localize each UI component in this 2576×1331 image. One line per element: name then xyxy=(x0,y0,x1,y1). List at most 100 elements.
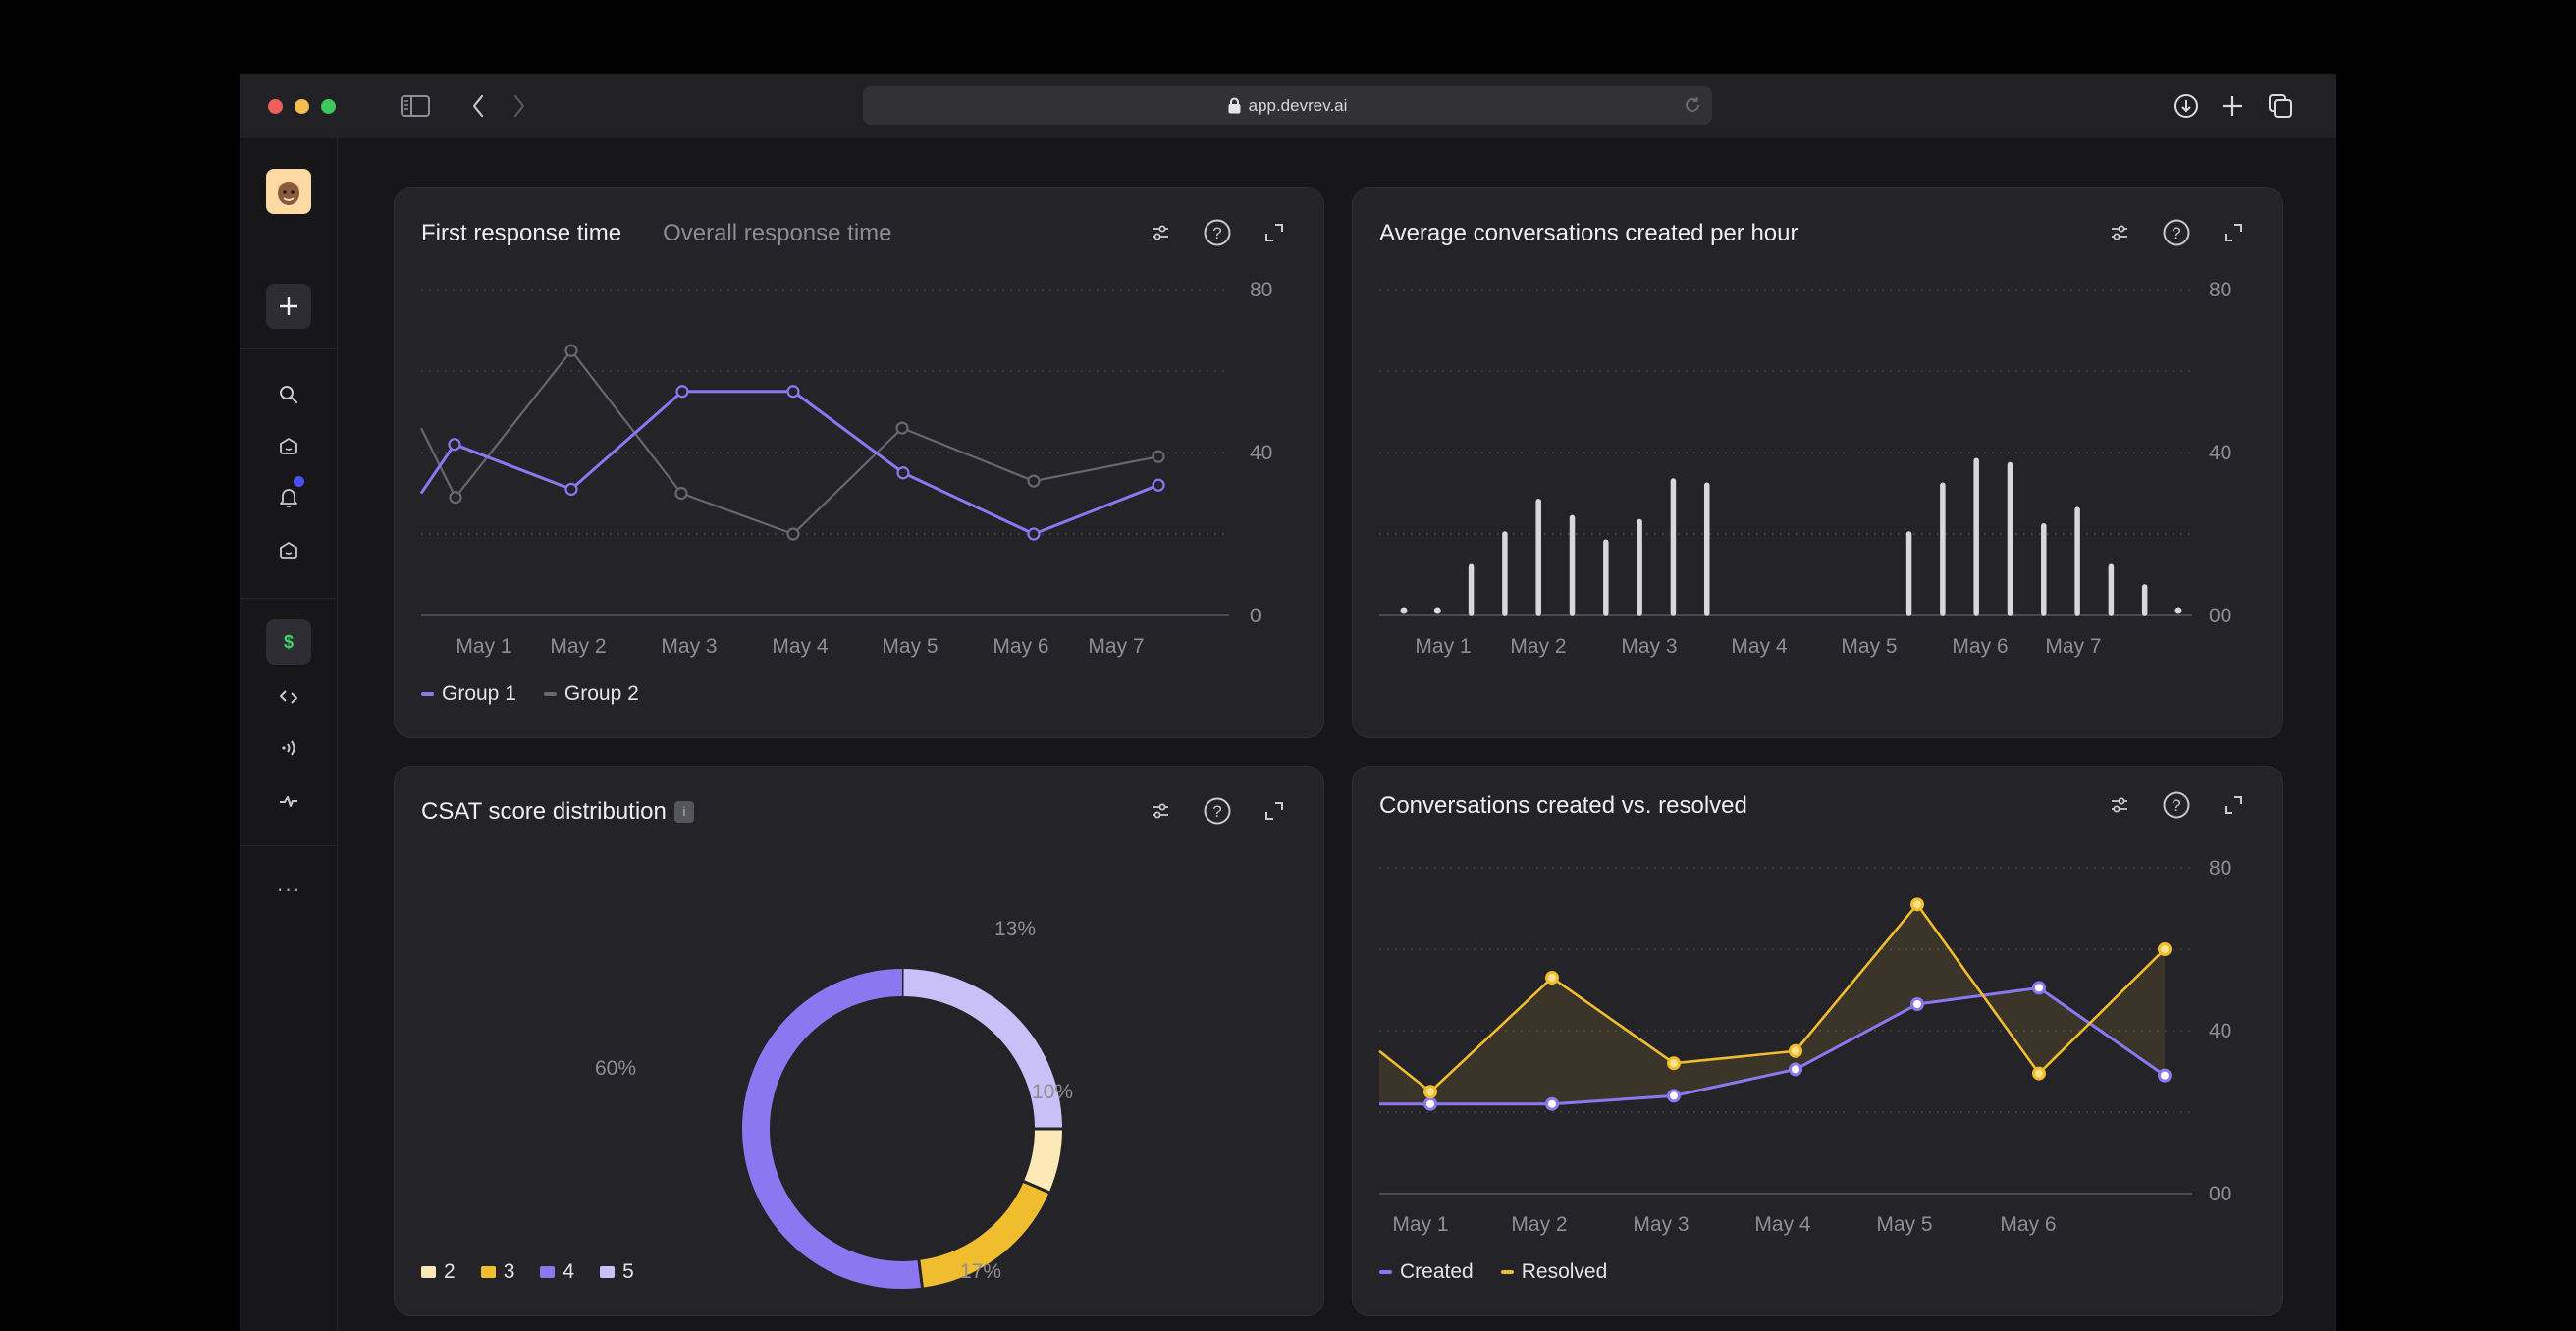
data-point-created xyxy=(1910,997,1924,1012)
x-tick-label: May 2 xyxy=(1511,1213,1567,1236)
legend-item-group-1[interactable]: Group 1 xyxy=(421,682,516,706)
sidebar-item-inbox[interactable] xyxy=(266,423,311,468)
close-window-button[interactable] xyxy=(268,99,283,114)
legend-item-created[interactable]: Created xyxy=(1379,1260,1474,1284)
data-point xyxy=(1027,527,1041,541)
y-tick-label: 40 xyxy=(2209,1020,2231,1042)
legend-label: 4 xyxy=(563,1260,575,1283)
legend-swatch xyxy=(540,1266,556,1278)
address-bar[interactable]: app.devrev.ai xyxy=(863,86,1712,125)
x-tick-label: May 3 xyxy=(1621,635,1677,658)
inbox-icon xyxy=(280,437,297,454)
legend-item-score-4[interactable]: 4 xyxy=(540,1260,574,1284)
data-point xyxy=(674,486,688,501)
x-tick-label: May 6 xyxy=(993,635,1048,658)
tabs-overview-icon[interactable] xyxy=(2268,91,2293,121)
legend-swatch xyxy=(421,1266,436,1278)
sidebar-item-search[interactable] xyxy=(266,372,311,417)
legend-item-score-2[interactable]: 2 xyxy=(421,1260,456,1284)
y-tick-label: 40 xyxy=(2209,442,2231,464)
sidebar-item-broadcast[interactable] xyxy=(266,725,311,771)
data-point-created xyxy=(1545,1096,1559,1111)
data-point-resolved xyxy=(1910,897,1924,912)
sidebar-divider xyxy=(240,598,338,599)
legend-label: 5 xyxy=(622,1260,634,1283)
forward-icon[interactable] xyxy=(509,91,530,121)
created-vs-resolved-panel: Conversations created vs. resolved ? 80 4… xyxy=(1352,766,2283,1316)
data-point xyxy=(675,385,689,399)
x-tick-label: May 7 xyxy=(1088,635,1144,658)
data-point xyxy=(786,527,800,541)
x-tick-label: May 4 xyxy=(772,635,829,658)
legend-label: Created xyxy=(1400,1260,1474,1283)
legend-label: Resolved xyxy=(1521,1260,1608,1283)
data-point xyxy=(448,438,461,452)
y-tick-label: 00 xyxy=(2209,605,2231,627)
create-button[interactable] xyxy=(266,284,311,329)
y-tick-label: 80 xyxy=(1250,279,1272,301)
legend-item-score-5[interactable]: 5 xyxy=(600,1260,634,1284)
legend-label: 2 xyxy=(444,1260,456,1283)
series-line-group-1 xyxy=(419,390,1159,536)
x-tick-label: May 5 xyxy=(1841,635,1897,658)
back-icon[interactable] xyxy=(467,91,489,121)
legend-swatch xyxy=(480,1266,496,1278)
sidebar-item-inbox-2[interactable] xyxy=(266,527,311,572)
avg-conversations-bar-chart: 80 40 00 May 1 May 2 May 3 May 4 May 5 May 6 May … xyxy=(1379,279,2231,658)
legend-label: 3 xyxy=(503,1260,515,1283)
sidebar-item-pulse[interactable] xyxy=(266,778,311,824)
download-icon[interactable] xyxy=(2174,91,2199,121)
memoji-avatar-icon xyxy=(278,182,299,205)
donut-slice-5 xyxy=(901,969,1062,1130)
sidebar-item-code[interactable] xyxy=(266,673,311,719)
legend-item-group-2[interactable]: Group 2 xyxy=(543,682,639,706)
ellipsis-icon: ··· xyxy=(276,877,301,901)
activity-icon xyxy=(280,796,297,807)
data-point-resolved xyxy=(1667,1056,1681,1071)
donut-slice-2 xyxy=(1023,1128,1062,1193)
notification-badge xyxy=(294,476,304,487)
legend-item-resolved[interactable]: Resolved xyxy=(1500,1260,1608,1284)
x-tick-label: May 7 xyxy=(2045,635,2101,658)
url-text: app.devrev.ai xyxy=(1248,95,1348,115)
x-tick-label: May 2 xyxy=(1510,635,1566,658)
data-point-resolved xyxy=(1789,1043,1802,1058)
avg-conversations-panel: Average conversations created per hour ?… xyxy=(1352,187,2283,738)
data-point xyxy=(449,491,462,505)
legend-swatch xyxy=(421,692,434,696)
sidebar-item-notifications[interactable] xyxy=(266,475,311,520)
sidebar-item-revenue[interactable]: $ xyxy=(266,619,311,665)
new-tab-icon[interactable] xyxy=(2221,91,2244,121)
x-tick-label: May 2 xyxy=(550,635,606,658)
legend-item-score-3[interactable]: 3 xyxy=(480,1260,515,1284)
x-tick-label: May 4 xyxy=(1754,1213,1811,1236)
data-point-created xyxy=(2158,1068,2172,1083)
svg-text:$: $ xyxy=(284,632,294,652)
data-point xyxy=(786,385,800,399)
sidebar-more-button[interactable]: ··· xyxy=(266,867,311,912)
data-point xyxy=(1152,450,1165,463)
sidebar-toggle-icon[interactable] xyxy=(400,91,431,121)
data-point xyxy=(564,344,578,357)
chart-legend: Created Resolved xyxy=(1379,1260,1607,1284)
bell-icon xyxy=(280,489,297,507)
data-point-resolved xyxy=(2032,1066,2046,1081)
code-icon xyxy=(280,690,297,704)
sidebar-divider xyxy=(240,845,338,846)
donut-slice-4 xyxy=(742,969,923,1289)
x-tick-label: May 5 xyxy=(882,635,938,658)
chart-legend: Group 1 Group 2 xyxy=(421,682,639,706)
series-line-group-2 xyxy=(420,349,1159,536)
x-tick-label: May 6 xyxy=(2000,1213,2056,1236)
data-point xyxy=(1027,474,1041,488)
reload-icon[interactable] xyxy=(1683,95,1702,115)
browser-window: app.devrev.ai $ ··· First response time … xyxy=(240,74,2336,1331)
minimize-window-button[interactable] xyxy=(295,99,309,114)
avatar[interactable] xyxy=(266,169,311,214)
x-tick-label: May 5 xyxy=(1876,1213,1932,1236)
x-tick-label: May 6 xyxy=(1952,635,2008,658)
chart-legend: 2 3 4 5 xyxy=(421,1260,634,1284)
data-point-resolved xyxy=(1545,971,1559,985)
maximize-window-button[interactable] xyxy=(321,99,336,114)
x-tick-label: May 3 xyxy=(661,635,717,658)
